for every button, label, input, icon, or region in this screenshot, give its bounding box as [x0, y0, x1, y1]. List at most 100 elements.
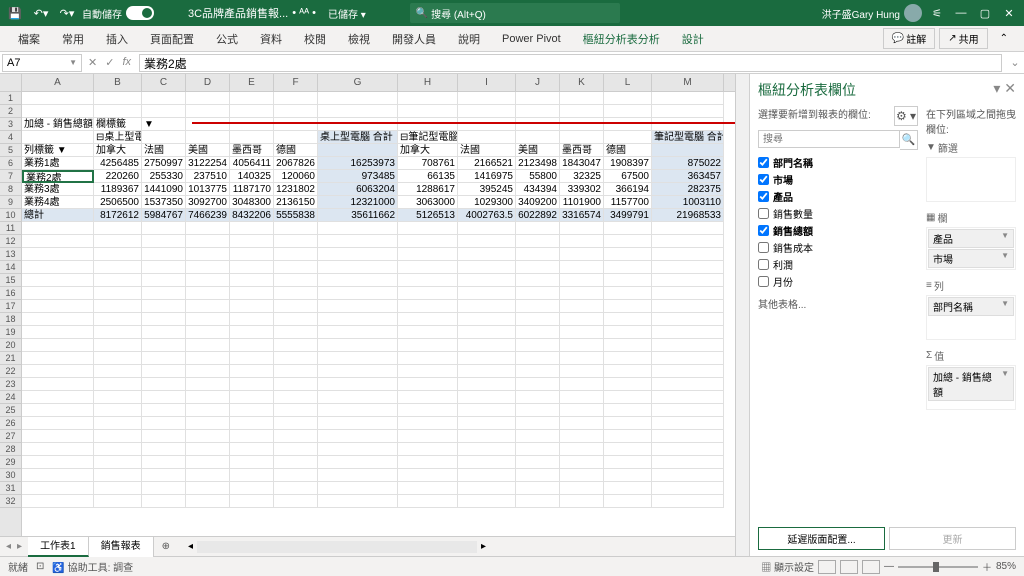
column-header[interactable]: C	[142, 74, 186, 91]
sensitivity-icon[interactable]: • ᴬᴬ •	[292, 7, 316, 19]
cell[interactable]	[230, 92, 274, 105]
cell[interactable]	[398, 352, 458, 365]
cell[interactable]	[230, 287, 274, 300]
column-header[interactable]: H	[398, 74, 458, 91]
cell[interactable]	[516, 352, 560, 365]
pane-close-icon[interactable]: ✕	[1004, 80, 1016, 96]
cell[interactable]	[274, 391, 318, 404]
field-checkbox[interactable]: 利潤	[758, 256, 918, 273]
cell[interactable]: 德國	[604, 144, 652, 157]
cell[interactable]: ⊟桌上型電腦	[94, 131, 142, 144]
cell[interactable]: 255330	[142, 170, 186, 183]
row-header[interactable]: 24	[0, 391, 21, 404]
cell[interactable]	[458, 131, 516, 144]
area-item[interactable]: 加總 - 銷售總額▼	[928, 367, 1014, 401]
cell[interactable]	[318, 495, 398, 508]
cell[interactable]	[230, 443, 274, 456]
cell[interactable]	[186, 235, 230, 248]
cell[interactable]	[186, 118, 230, 131]
column-header[interactable]: M	[652, 74, 724, 91]
cell[interactable]	[94, 222, 142, 235]
cell[interactable]	[186, 352, 230, 365]
cell[interactable]	[604, 235, 652, 248]
other-tables-link[interactable]: 其他表格...	[758, 296, 918, 311]
cell[interactable]	[516, 248, 560, 261]
cell[interactable]	[94, 287, 142, 300]
row-header[interactable]: 26	[0, 417, 21, 430]
column-header[interactable]: G	[318, 74, 398, 91]
page-layout-view-icon[interactable]	[840, 560, 858, 574]
cell[interactable]	[560, 92, 604, 105]
cell[interactable]	[274, 365, 318, 378]
cell[interactable]	[274, 235, 318, 248]
cell[interactable]: 1013775	[186, 183, 230, 196]
cell[interactable]	[652, 118, 724, 131]
cell[interactable]: 桌上型電腦 合計	[318, 131, 398, 144]
cell[interactable]	[652, 365, 724, 378]
cell[interactable]	[398, 274, 458, 287]
cell[interactable]	[274, 248, 318, 261]
cell[interactable]	[398, 313, 458, 326]
add-sheet-icon[interactable]: ⊕	[154, 541, 178, 552]
cell[interactable]	[604, 248, 652, 261]
cell[interactable]	[604, 469, 652, 482]
cell[interactable]	[604, 313, 652, 326]
cell[interactable]	[516, 261, 560, 274]
cell[interactable]	[274, 274, 318, 287]
cell[interactable]	[318, 92, 398, 105]
rows-drop-area[interactable]: 部門名稱▼	[926, 295, 1016, 340]
cell[interactable]	[22, 417, 94, 430]
cell[interactable]	[398, 118, 458, 131]
cell[interactable]	[516, 118, 560, 131]
cell[interactable]	[516, 300, 560, 313]
cell[interactable]	[516, 417, 560, 430]
zoom-in-icon[interactable]: ＋	[982, 559, 992, 574]
cell[interactable]	[516, 495, 560, 508]
cell[interactable]	[22, 443, 94, 456]
cell[interactable]	[230, 222, 274, 235]
row-header[interactable]: 4	[0, 131, 21, 144]
cell[interactable]	[560, 261, 604, 274]
cell[interactable]	[274, 287, 318, 300]
cell[interactable]	[652, 417, 724, 430]
cell[interactable]: 4256485	[94, 157, 142, 170]
cell[interactable]: 1231802	[274, 183, 318, 196]
cell[interactable]	[652, 430, 724, 443]
cell[interactable]	[94, 443, 142, 456]
fx-icon[interactable]: fx	[122, 56, 131, 69]
cell[interactable]: 法國	[458, 144, 516, 157]
cell[interactable]	[604, 495, 652, 508]
cell[interactable]	[560, 378, 604, 391]
cell[interactable]: 21968533	[652, 209, 724, 222]
cell[interactable]	[652, 92, 724, 105]
scroll-left-icon[interactable]: ◂	[188, 541, 193, 552]
cell[interactable]	[458, 339, 516, 352]
cell[interactable]: 3122254	[186, 157, 230, 170]
cell[interactable]	[318, 105, 398, 118]
tab-developer[interactable]: 開發人員	[382, 26, 446, 52]
column-header[interactable]: K	[560, 74, 604, 91]
cell[interactable]	[560, 417, 604, 430]
cell[interactable]	[604, 378, 652, 391]
cell[interactable]	[94, 430, 142, 443]
cell[interactable]	[230, 430, 274, 443]
cell[interactable]	[604, 118, 652, 131]
cell[interactable]	[560, 469, 604, 482]
cell[interactable]: 3499791	[604, 209, 652, 222]
cell[interactable]: 434394	[516, 183, 560, 196]
cell[interactable]: 2506500	[94, 196, 142, 209]
cell[interactable]	[274, 495, 318, 508]
cell[interactable]	[22, 326, 94, 339]
cell[interactable]	[94, 274, 142, 287]
cell[interactable]	[398, 105, 458, 118]
cell[interactable]	[94, 313, 142, 326]
cell[interactable]	[516, 443, 560, 456]
cell[interactable]	[318, 287, 398, 300]
cell[interactable]	[230, 300, 274, 313]
cell[interactable]	[186, 495, 230, 508]
cell[interactable]	[230, 235, 274, 248]
cell[interactable]	[94, 469, 142, 482]
cell[interactable]	[604, 131, 652, 144]
cell[interactable]	[94, 482, 142, 495]
cell[interactable]	[142, 300, 186, 313]
